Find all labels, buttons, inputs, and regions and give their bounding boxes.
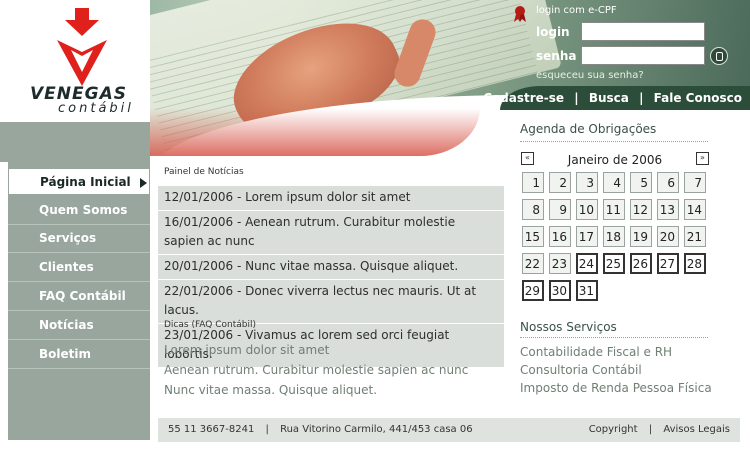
password-label: senha: [536, 49, 577, 63]
calendar-day[interactable]: 15: [522, 226, 544, 247]
faq-list: Lorem ipsum dolor sit amet Aenean rutrum…: [164, 340, 504, 400]
ecpf-login-link[interactable]: login com e-CPF: [536, 5, 617, 16]
sidebar-top-band: [0, 122, 150, 162]
calendar-day[interactable]: 1: [522, 172, 544, 193]
services-title: Nossos Serviços: [520, 320, 617, 334]
calendar-day[interactable]: 23: [549, 253, 571, 274]
footer-phone: 55 11 3667-8241: [168, 424, 255, 435]
calendar-day[interactable]: 27: [657, 253, 679, 274]
logo[interactable]: VENEGAS contábil: [0, 0, 150, 122]
service-link[interactable]: Consultoria Contábil: [520, 361, 720, 379]
calendar-next-button[interactable]: »: [696, 152, 709, 165]
sidebar-item-label: Página Inicial: [40, 175, 131, 189]
sidebar-item-label: Boletim: [39, 347, 91, 361]
service-link[interactable]: Contabilidade Fiscal e RH: [520, 343, 720, 361]
sidebar-item-clientes[interactable]: Clientes: [8, 254, 150, 282]
calendar-day[interactable]: 14: [684, 199, 706, 220]
calendar-day[interactable]: 26: [630, 253, 652, 274]
calendar-day[interactable]: 24: [576, 253, 598, 274]
calendar-day[interactable]: 13: [657, 199, 679, 220]
calendar-day[interactable]: 4: [603, 172, 625, 193]
calendar-day[interactable]: 28: [684, 253, 706, 274]
footer-separator: |: [648, 424, 653, 435]
calendar-day[interactable]: 10: [576, 199, 598, 220]
login-input[interactable]: [581, 22, 705, 41]
calendar-day[interactable]: 31: [576, 280, 598, 301]
footer-address: Rua Vitorino Carmilo, 441/453 casa 06: [280, 424, 473, 435]
ribbon-icon: [514, 6, 526, 22]
nav-separator: |: [639, 91, 644, 105]
calendar-day[interactable]: 21: [684, 226, 706, 247]
calendar-day[interactable]: 7: [684, 172, 706, 193]
sidebar-item-label: Clientes: [39, 260, 94, 274]
calendar-day[interactable]: 22: [522, 253, 544, 274]
login-submit-button[interactable]: [710, 47, 728, 65]
footer: 55 11 3667-8241 | Rua Vitorino Carmilo, …: [158, 418, 740, 442]
calendar-day[interactable]: 20: [657, 226, 679, 247]
calendar-month: Janeiro de 2006: [567, 153, 663, 167]
divider: [520, 141, 708, 142]
calendar-day[interactable]: 8: [522, 199, 544, 220]
red-swoosh: [150, 108, 480, 156]
logo-subname: contábil: [58, 101, 134, 116]
nav-busca[interactable]: Busca: [589, 91, 629, 105]
calendar-day[interactable]: 29: [522, 280, 544, 301]
nav-fale-conosco[interactable]: Fale Conosco: [654, 91, 742, 105]
sidebar: Página Inicial Quem Somos Serviços Clien…: [8, 162, 150, 440]
calendar-day[interactable]: 5: [630, 172, 652, 193]
faq-item[interactable]: Aenean rutrum. Curabitur molestie sapien…: [164, 360, 504, 380]
news-item[interactable]: 16/01/2006 - Aenean rutrum. Curabitur mo…: [158, 211, 504, 255]
calendar-day[interactable]: 16: [549, 226, 571, 247]
calendar-day[interactable]: 9: [549, 199, 571, 220]
agenda-title: Agenda de Obrigações: [520, 122, 657, 136]
sidebar-item-pagina-inicial[interactable]: Página Inicial: [8, 168, 150, 195]
logo-arrow-icon: [57, 8, 107, 86]
sidebar-item-label: Notícias: [39, 318, 94, 332]
sidebar-item-noticias[interactable]: Notícias: [8, 312, 150, 340]
password-input[interactable]: [581, 46, 705, 65]
news-panel-title: Painel de Notícias: [164, 167, 244, 177]
news-item[interactable]: 22/01/2006 - Donec viverra lectus nec ma…: [158, 280, 504, 324]
calendar-day[interactable]: 6: [657, 172, 679, 193]
calendar-day[interactable]: 19: [630, 226, 652, 247]
login-box: login com e-CPF login senha esqueceu sua…: [510, 2, 750, 84]
sidebar-item-label: Quem Somos: [39, 203, 128, 217]
legal-notices-link[interactable]: Avisos Legais: [663, 424, 730, 435]
calendar-day[interactable]: 3: [576, 172, 598, 193]
calendar-day[interactable]: 12: [630, 199, 652, 220]
faq-item[interactable]: Nunc vitae massa. Quisque aliquet.: [164, 380, 504, 400]
footer-separator: |: [265, 424, 269, 435]
calendar-day[interactable]: 11: [603, 199, 625, 220]
faq-item[interactable]: Lorem ipsum dolor sit amet: [164, 340, 504, 360]
nav-cadastre-se[interactable]: Cadastre-se: [483, 91, 564, 105]
calendar-day[interactable]: 17: [576, 226, 598, 247]
login-label: login: [536, 25, 570, 39]
news-item[interactable]: 12/01/2006 - Lorem ipsum dolor sit amet: [158, 186, 504, 211]
sidebar-item-faq-contabil[interactable]: FAQ Contábil: [8, 283, 150, 311]
sidebar-item-servicos[interactable]: Serviços: [8, 225, 150, 253]
calendar-day[interactable]: 25: [603, 253, 625, 274]
forgot-password-link[interactable]: esqueceu sua senha?: [536, 70, 644, 81]
top-navigation: Cadastre-se | Busca | Fale Conosco: [483, 86, 750, 110]
calendar-prev-button[interactable]: «: [521, 152, 534, 165]
divider: [520, 337, 708, 338]
copyright-link[interactable]: Copyright: [589, 424, 638, 435]
news-item[interactable]: 20/01/2006 - Nunc vitae massa. Quisque a…: [158, 255, 504, 280]
sidebar-item-boletim[interactable]: Boletim: [8, 341, 150, 369]
sidebar-item-label: Serviços: [39, 231, 97, 245]
sidebar-item-quem-somos[interactable]: Quem Somos: [8, 197, 150, 225]
sidebar-item-label: FAQ Contábil: [39, 289, 126, 303]
calendar-day[interactable]: 18: [603, 226, 625, 247]
arrow-right-icon: [140, 178, 147, 188]
nav-separator: |: [574, 91, 579, 105]
faq-title: Dicas (FAQ Contábil): [164, 320, 257, 330]
calendar-day[interactable]: 2: [549, 172, 571, 193]
services-list: Contabilidade Fiscal e RH Consultoria Co…: [520, 343, 720, 397]
calendar-day[interactable]: 30: [549, 280, 571, 301]
service-link[interactable]: Imposto de Renda Pessoa Física: [520, 379, 720, 397]
